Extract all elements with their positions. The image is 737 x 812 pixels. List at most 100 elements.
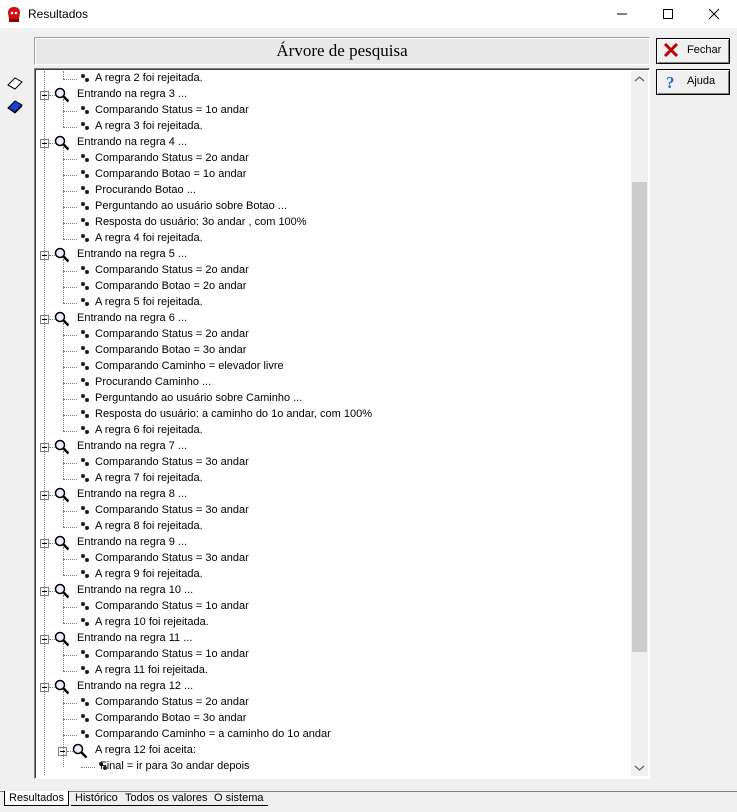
tree-leaf[interactable]: Comparando Status = 3o andar [37, 551, 631, 567]
tree-connector [63, 351, 77, 352]
leaf-icon [80, 185, 90, 198]
minimize-button[interactable] [599, 0, 645, 28]
tree-item-label: Entrando na regra 10 ... [77, 584, 194, 596]
tree-item-label: Comparando Caminho = a caminho do 1o and… [95, 728, 331, 740]
tree-leaf[interactable]: Comparando Status = 3o andar [37, 503, 631, 519]
tree-leaf[interactable]: Comparando Status = 1o andar [37, 647, 631, 663]
tree-leaf[interactable]: A regra 8 foi rejeitada. [37, 519, 631, 535]
close-x-icon [663, 42, 679, 58]
tree-leaf[interactable]: A regra 3 foi rejeitada. [37, 119, 631, 135]
tab-resultados[interactable]: Resultados [4, 791, 70, 806]
tree-leaf[interactable]: Comparando Status = 2o andar [37, 695, 631, 711]
tree-node[interactable]: Entrando na regra 5 ... [37, 247, 631, 263]
tree-node[interactable]: Entrando na regra 12 ... [37, 679, 631, 695]
tree-leaf[interactable]: Comparando Status = 3o andar [37, 455, 631, 471]
tree-node[interactable]: Entrando na regra 4 ... [37, 135, 631, 151]
tree-leaf[interactable]: Perguntando ao usuário sobre Botao ... [37, 199, 631, 215]
tree-leaf[interactable]: A regra 6 foi rejeitada. [37, 423, 631, 439]
tree-item-label: A regra 12 foi aceita: [95, 744, 196, 756]
tree-guide-line [63, 499, 64, 527]
tree-leaf[interactable]: A regra 5 foi rejeitada. [37, 295, 631, 311]
tree-node[interactable]: Entrando na regra 6 ... [37, 311, 631, 327]
tree-leaf[interactable]: Comparando Status = 1o andar [37, 599, 631, 615]
tree-leaf[interactable]: A regra 2 foi rejeitada. [37, 71, 631, 87]
tree-node[interactable]: Entrando na regra 8 ... [37, 487, 631, 503]
close-icon [708, 8, 720, 20]
tree-leaf[interactable]: A regra 11 foi rejeitada. [37, 663, 631, 679]
tree-node[interactable]: Entrando na regra 7 ... [37, 439, 631, 455]
tree-item-label: Comparando Status = 3o andar [95, 552, 249, 564]
leaf-icon [80, 265, 90, 278]
tree-leaf[interactable]: Comparando Status = 1o andar [37, 103, 631, 119]
leaf-icon [80, 425, 90, 438]
tree-connector [63, 127, 77, 128]
tree-guide-line [63, 547, 64, 575]
tree-leaf[interactable]: Comparando Caminho = elevador livre [37, 359, 631, 375]
tree-connector [63, 239, 77, 240]
tree-connector [63, 287, 77, 288]
tree-leaf[interactable]: A regra 7 foi rejeitada. [37, 471, 631, 487]
tree-node[interactable]: Entrando na regra 3 ... [37, 87, 631, 103]
tree-connector [63, 703, 77, 704]
tree-leaf[interactable]: Comparando Status = 2o andar [37, 327, 631, 343]
search-tree-panel[interactable]: A regra 2 foi rejeitada. Entrando na regr… [34, 68, 650, 779]
scroll-up-button[interactable] [631, 71, 648, 88]
tree-node[interactable]: Entrando na regra 11 ... [37, 631, 631, 647]
tree-guide-line [44, 71, 45, 775]
close-button[interactable]: Fechar [656, 38, 730, 64]
tree-leaf[interactable]: Comparando Botao = 1o andar [37, 167, 631, 183]
tree-leaf[interactable]: A regra 4 foi rejeitada. [37, 231, 631, 247]
tree-connector [63, 623, 77, 624]
tree-leaf[interactable]: Resposta do usuário: a caminho do 1o and… [37, 407, 631, 423]
tree-leaf[interactable]: Perguntando ao usuário sobre Caminho ... [37, 391, 631, 407]
leaf-icon [80, 505, 90, 518]
tree-leaf[interactable]: Comparando Caminho = a caminho do 1o and… [37, 727, 631, 743]
help-button[interactable]: ? Ajuda [656, 69, 730, 95]
tree-guide-line [63, 643, 64, 671]
scroll-thumb[interactable] [632, 182, 647, 652]
tree-leaf[interactable]: A regra 10 foi rejeitada. [37, 615, 631, 631]
tree-leaf[interactable]: Comparando Botao = 3o andar [37, 711, 631, 727]
tree-leaf[interactable]: Resposta do usuário: 3o andar , com 100% [37, 215, 631, 231]
tree-node[interactable]: A regra 12 foi aceita: [37, 743, 631, 759]
tree-leaf[interactable]: Procurando Botao ... [37, 183, 631, 199]
tree-item-label: Final = ir para 3o andar depois [100, 760, 250, 772]
tree-item-label: Comparando Status = 1o andar [95, 648, 249, 660]
tree-node[interactable]: Entrando na regra 10 ... [37, 583, 631, 599]
tab-todos-os-valores[interactable]: Todos os valores [121, 791, 212, 806]
tree-leaf[interactable]: Comparando Status = 2o andar [37, 263, 631, 279]
tree-item-label: A regra 10 foi rejeitada. [95, 616, 209, 628]
tree-item-label: Comparando Status = 1o andar [95, 104, 249, 116]
tree-connector [81, 767, 95, 768]
leaf-icon [80, 617, 90, 630]
tree-node[interactable]: Entrando na regra 9 ... [37, 535, 631, 551]
vertical-scrollbar[interactable] [631, 71, 648, 776]
tree-item-label: Comparando Botao = 1o andar [95, 168, 247, 180]
leaf-icon [80, 393, 90, 406]
maximize-button[interactable] [645, 0, 691, 28]
scroll-down-button[interactable] [631, 759, 648, 776]
tab-o-sistema[interactable]: O sistema [210, 791, 268, 806]
leaf-icon [80, 729, 90, 742]
tree-connector [63, 367, 77, 368]
tree-item-label: Comparando Status = 2o andar [95, 264, 249, 276]
tree-leaf[interactable]: A regra 9 foi rejeitada. [37, 567, 631, 583]
help-button-label: Ajuda [687, 75, 716, 87]
tree-leaf[interactable]: Comparando Botao = 3o andar [37, 343, 631, 359]
search-tree[interactable]: A regra 2 foi rejeitada. Entrando na regr… [37, 71, 631, 776]
eraser-icon[interactable] [6, 74, 24, 92]
tree-item-label: Perguntando ao usuário sobre Caminho ... [95, 392, 303, 404]
leaf-icon [80, 217, 90, 230]
tree-connector [63, 671, 77, 672]
tab-historico[interactable]: Histórico [71, 791, 122, 806]
tree-leaf[interactable]: Comparando Botao = 2o andar [37, 279, 631, 295]
tree-guide-line [63, 259, 64, 303]
page-title: Árvore de pesquisa [34, 37, 650, 65]
tree-leaf[interactable]: Final = ir para 3o andar depois [37, 759, 631, 775]
close-window-button[interactable] [691, 0, 737, 28]
tree-item-label: Entrando na regra 7 ... [77, 440, 188, 452]
tree-leaf[interactable]: Procurando Caminho ... [37, 375, 631, 391]
book-icon[interactable] [6, 98, 24, 116]
tree-leaf[interactable]: Comparando Status = 2o andar [37, 151, 631, 167]
tree-connector [63, 175, 77, 176]
